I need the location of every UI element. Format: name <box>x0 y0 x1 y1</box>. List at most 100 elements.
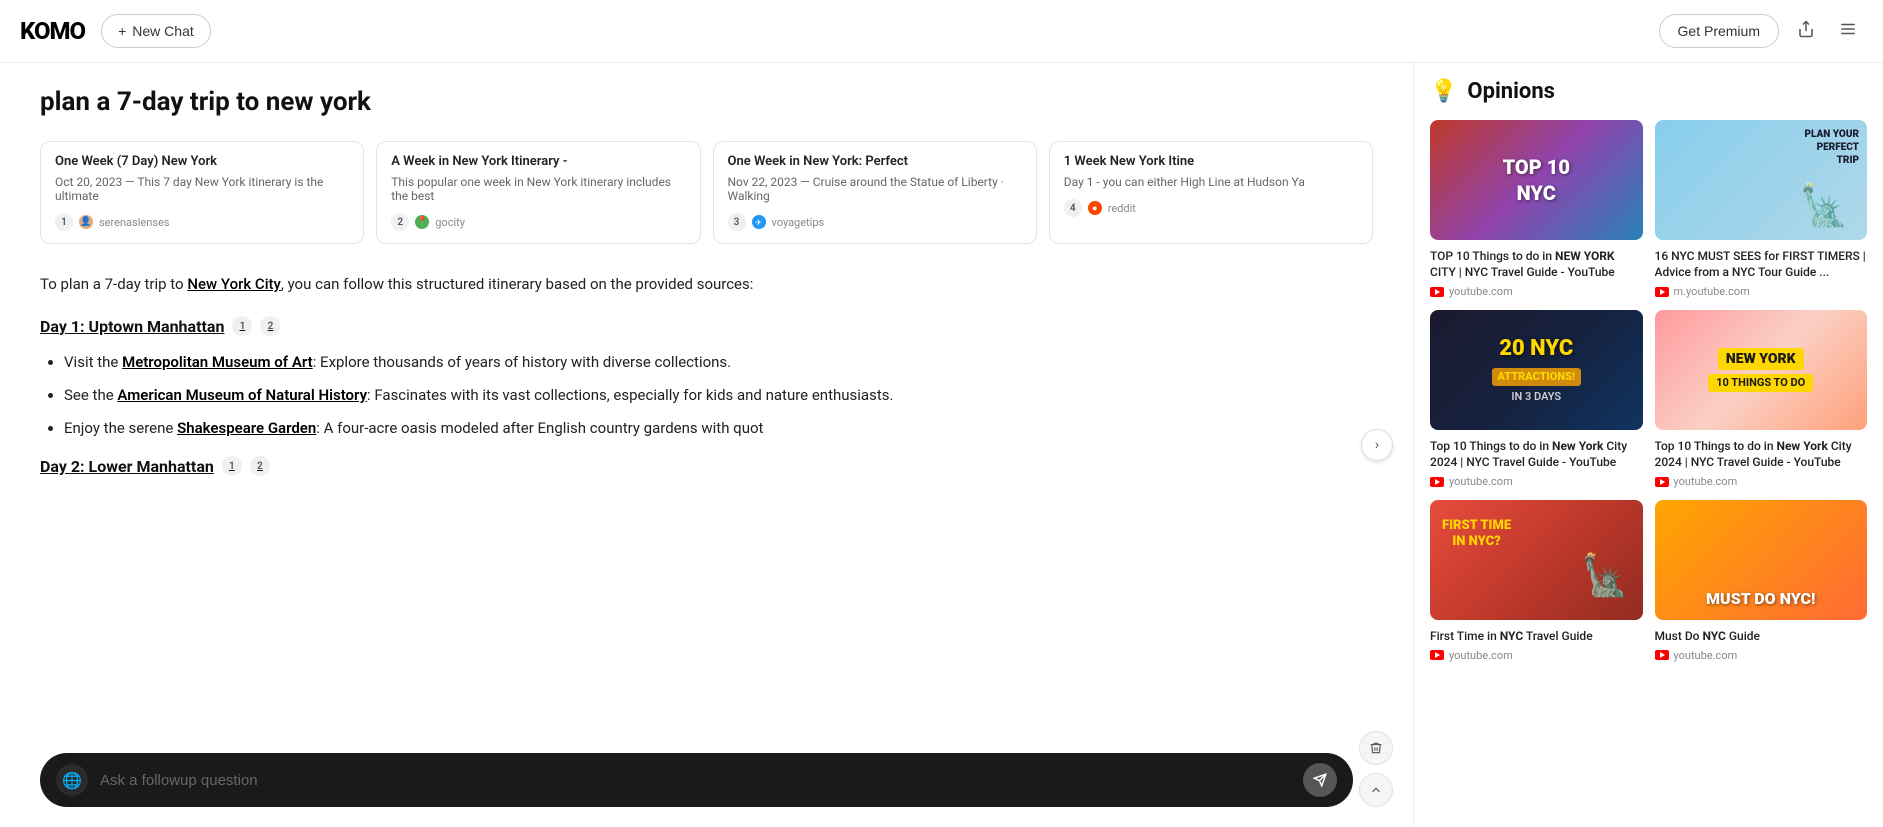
source-domain-1: youtube.com <box>1449 285 1513 298</box>
menu-button[interactable] <box>1833 14 1863 49</box>
video-source-3: youtube.com <box>1430 475 1643 488</box>
new-chat-label: New Chat <box>132 23 193 39</box>
favicon-1: 👤 <box>79 215 93 229</box>
source-domain-4: youtube.com <box>1674 475 1738 488</box>
met-link[interactable]: Metropolitan Museum of Art <box>122 353 313 371</box>
day1-ref-2[interactable]: 2 <box>260 316 280 336</box>
answer-intro: To plan a 7-day trip to New York City, y… <box>40 272 1373 296</box>
video-source-4: youtube.com <box>1655 475 1868 488</box>
video-source-5: youtube.com <box>1430 649 1643 662</box>
header: KOMO + New Chat Get Premium <box>0 0 1883 63</box>
shakespeare-link[interactable]: Shakespeare Garden <box>177 419 316 437</box>
collapse-button[interactable] <box>1359 773 1393 807</box>
video-thumb-2: PLAN YOURPERFECTTRIP 🗽 <box>1655 120 1868 240</box>
youtube-icon-2 <box>1655 287 1669 297</box>
thumb-text-4b: 10 THINGS TO DO <box>1708 374 1813 392</box>
video-card-1[interactable]: TOP 10NYC TOP 10 Things to do in NEW YOR… <box>1430 120 1643 298</box>
source-card-3[interactable]: One Week in New York: Perfect Nov 22, 20… <box>713 141 1037 244</box>
bullet-shakespeare: Enjoy the serene Shakespeare Garden: A f… <box>64 416 1373 441</box>
source-site-3: voyagetips <box>772 216 825 229</box>
video-card-2[interactable]: PLAN YOURPERFECTTRIP 🗽 16 NYC MUST SEES … <box>1655 120 1868 298</box>
video-card-3[interactable]: 20 NYC ATTRACTIONS! IN 3 DAYS Top 10 Thi… <box>1430 310 1643 488</box>
bullet-met: Visit the Metropolitan Museum of Art: Ex… <box>64 350 1373 375</box>
day2-heading: Day 2: Lower Manhattan 1 2 <box>40 456 1373 476</box>
day2-ref-1[interactable]: 1 <box>222 456 242 476</box>
new-chat-button[interactable]: + New Chat <box>101 14 211 48</box>
source-card-2[interactable]: A Week in New York Itinerary - This popu… <box>376 141 700 244</box>
video-title-1: TOP 10 Things to do in NEW YORK CITY | N… <box>1430 248 1643 282</box>
video-card-6[interactable]: MUST DO NYC! Must Do NYC Guide youtube.c… <box>1655 500 1868 661</box>
video-grid: TOP 10NYC TOP 10 Things to do in NEW YOR… <box>1430 120 1867 662</box>
query-title: plan a 7-day trip to new york <box>40 87 1373 117</box>
source-domain-3: youtube.com <box>1449 475 1513 488</box>
source-domain-6: youtube.com <box>1674 649 1738 662</box>
source-num-3: 3 <box>728 213 746 231</box>
source-title-2: A Week in New York Itinerary - <box>391 154 685 169</box>
source-title-1: One Week (7 Day) New York <box>55 154 349 169</box>
source-domain-2: m.youtube.com <box>1674 285 1750 298</box>
source-site-1: serenaslenses <box>99 216 169 229</box>
source-excerpt-4: Day 1 - you can either High Line at Huds… <box>1064 175 1358 189</box>
youtube-icon-6 <box>1655 650 1669 660</box>
thumb-bg-4: NEW YORK 10 THINGS TO DO <box>1655 310 1868 430</box>
source-footer-1: 1 👤 serenaslenses <box>55 213 349 231</box>
left-panel: plan a 7-day trip to new york One Week (… <box>0 63 1413 827</box>
source-card-4[interactable]: 1 Week New York Itine Day 1 - you can ei… <box>1049 141 1373 244</box>
youtube-icon-5 <box>1430 650 1444 660</box>
video-card-4[interactable]: NEW YORK 10 THINGS TO DO Top 10 Things t… <box>1655 310 1868 488</box>
followup-input[interactable] <box>100 772 1291 789</box>
source-footer-3: 3 ✈ voyagetips <box>728 213 1022 231</box>
source-excerpt-1: Oct 20, 2023 — This 7 day New York itine… <box>55 175 349 203</box>
thumb-text-4a: NEW YORK <box>1718 348 1804 370</box>
source-num-2: 2 <box>391 213 409 231</box>
share-button[interactable] <box>1791 14 1821 49</box>
video-thumb-6: MUST DO NYC! <box>1655 500 1868 620</box>
day2-title: Day 2: Lower Manhattan <box>40 457 214 476</box>
delete-button[interactable] <box>1359 731 1393 765</box>
video-source-6: youtube.com <box>1655 649 1868 662</box>
day1-ref-1[interactable]: 1 <box>232 316 252 336</box>
amnh-link[interactable]: American Museum of Natural History <box>117 386 367 404</box>
video-thumb-1: TOP 10NYC <box>1430 120 1643 240</box>
source-domain-5: youtube.com <box>1449 649 1513 662</box>
thumb-text-6: MUST DO NYC! <box>1706 589 1815 610</box>
main-layout: plan a 7-day trip to new york One Week (… <box>0 63 1883 827</box>
send-button[interactable] <box>1303 763 1337 797</box>
get-premium-button[interactable]: Get Premium <box>1659 14 1779 48</box>
bullet-amnh: See the American Museum of Natural Histo… <box>64 383 1373 408</box>
statue-emoji: 🗽 <box>1799 180 1849 232</box>
statue-emoji-2: 🗽 <box>1581 550 1631 602</box>
video-title-3: Top 10 Things to do in New York City 202… <box>1430 438 1643 472</box>
source-excerpt-3: Nov 22, 2023 — Cruise around the Statue … <box>728 175 1022 203</box>
day1-bullets: Visit the Metropolitan Museum of Art: Ex… <box>40 350 1373 440</box>
video-title-5: First Time in NYC Travel Guide <box>1430 628 1643 645</box>
plus-icon: + <box>118 23 126 39</box>
video-title-2: 16 NYC MUST SEES for FIRST TIMERS | Advi… <box>1655 248 1868 282</box>
scroll-right-arrow[interactable]: › <box>1361 429 1393 461</box>
favicon-2: 📍 <box>415 215 429 229</box>
source-card-1[interactable]: One Week (7 Day) New York Oct 20, 2023 —… <box>40 141 364 244</box>
favicon-4: ● <box>1088 201 1102 215</box>
video-card-5[interactable]: FIRST TIMEIN NYC? 🗽 First Time in NYC Tr… <box>1430 500 1643 661</box>
bulb-icon: 💡 <box>1430 79 1457 104</box>
bottom-actions <box>1359 731 1393 807</box>
thumb-text-5: FIRST TIMEIN NYC? <box>1442 518 1511 549</box>
thumb-text-2: PLAN YOURPERFECTTRIP <box>1804 128 1859 167</box>
day2-ref-2[interactable]: 2 <box>250 456 270 476</box>
thumb-text-3a: 20 NYC <box>1499 335 1573 364</box>
video-title-6: Must Do NYC Guide <box>1655 628 1868 645</box>
source-cards: One Week (7 Day) New York Oct 20, 2023 —… <box>40 141 1373 244</box>
thumb-bg-5: FIRST TIMEIN NYC? 🗽 <box>1430 500 1643 620</box>
nyc-link[interactable]: New York City <box>187 275 281 293</box>
source-num-1: 1 <box>55 213 73 231</box>
right-panel: 💡 Opinions TOP 10NYC TOP 10 Things to do… <box>1413 63 1883 827</box>
header-right: Get Premium <box>1659 14 1863 49</box>
source-title-4: 1 Week New York Itine <box>1064 154 1358 169</box>
video-thumb-5: FIRST TIMEIN NYC? 🗽 <box>1430 500 1643 620</box>
video-thumb-3: 20 NYC ATTRACTIONS! IN 3 DAYS <box>1430 310 1643 430</box>
thumb-bg-6: MUST DO NYC! <box>1655 500 1868 620</box>
thumb-bg-3: 20 NYC ATTRACTIONS! IN 3 DAYS <box>1430 310 1643 430</box>
opinions-header: 💡 Opinions <box>1430 79 1867 104</box>
header-left: KOMO + New Chat <box>20 14 211 48</box>
source-site-4: reddit <box>1108 202 1136 215</box>
